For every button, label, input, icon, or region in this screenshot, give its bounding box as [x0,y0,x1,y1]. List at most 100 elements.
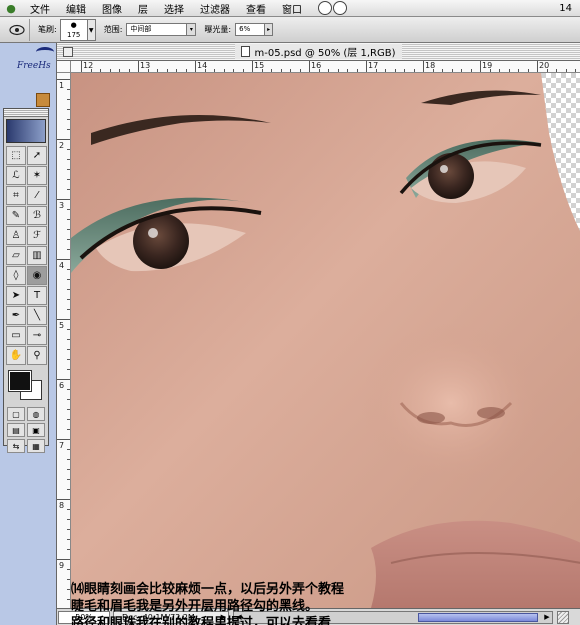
notes-tool-icon[interactable]: ▭ [6,326,26,345]
desktop-logo-icon [36,47,54,57]
foreground-color-swatch[interactable] [8,370,32,392]
ruler-major-tick [138,61,139,72]
gradient-tool-icon[interactable]: ▥ [27,246,47,265]
clone-stamp-tool-icon[interactable]: ♙ [6,226,26,245]
desktop-file-icon[interactable] [36,93,50,107]
ruler-major-tick [537,61,538,72]
ruler-top-label: 12 [83,61,94,70]
document-titlebar[interactable]: m-05.psd @ 50% (层 1,RGB) [57,43,580,61]
ruler-major-tick [57,379,70,380]
type-tool-icon[interactable]: T [27,286,47,305]
help-circle-icon[interactable] [318,1,332,15]
ruler-major-tick [480,61,481,72]
brush-picker-arrow-icon[interactable]: ▼ [87,18,96,41]
zoom-tool-icon[interactable]: ⚲ [27,346,47,365]
ruler-corner[interactable] [57,61,71,73]
desktop-logo-text: FreeHs [17,61,51,71]
dodge-tool-preset-icon[interactable] [4,18,30,41]
brush-label: 笔刷: [38,25,57,34]
brush-preview[interactable]: ● 175 [59,18,88,41]
vertical-ruler[interactable]: 1 2 3 4 5 6 7 8 9 [57,73,71,608]
ruler-major-tick [57,319,70,320]
crop-tool-icon[interactable]: ⌗ [6,186,26,205]
face-artwork [71,73,580,608]
ruler-left-label: 6 [59,381,65,390]
caption-line-2: 睫毛和眉毛我是另外开层用路径勾的黑线。 [71,599,319,614]
toolbox-titlebar[interactable] [4,109,48,117]
ruler-major-tick [57,199,70,200]
history-brush-tool-icon[interactable]: ℱ [27,226,47,245]
magic-wand-tool-icon[interactable]: ✶ [27,166,47,185]
ruler-left-label: 9 [59,561,65,570]
image-canvas[interactable] [71,73,580,608]
ruler-top-label: 18 [425,61,436,70]
ruler-major-tick [57,79,70,80]
healing-brush-tool-icon[interactable]: ✎ [6,206,26,225]
toolbox-logo-banner[interactable] [6,119,46,143]
menu-layer[interactable]: 层 [130,1,156,16]
path-select-tool-icon[interactable]: ➤ [6,286,26,305]
ruler-top-label: 16 [311,61,322,70]
ruler-top-label: 15 [254,61,265,70]
menu-select[interactable]: 选择 [156,1,192,16]
tutorial-caption: ⒁眼睛刻画会比较麻烦一点，以后另外弄个教程 睫毛和眉毛我是另外开层用路径勾的黑线… [71,581,441,625]
menu-filter[interactable]: 过滤器 [192,1,238,16]
exposure-field[interactable]: 6% ▸ [235,23,274,36]
brush-size: 175 [67,30,81,39]
caption-line-3: 路径和眼珠我在别的教程里提过，可以去看看 [71,616,332,625]
resize-grip-icon[interactable] [557,610,569,624]
menu-bar: ● 文件 编辑 图像 层 选择 过滤器 查看 窗口 14 [0,0,580,17]
eraser-tool-icon[interactable]: ▱ [6,246,26,265]
exposure-label: 曝光量: [204,25,232,34]
apple-menu-icon[interactable]: ● [0,2,22,15]
range-value: 中间部 [130,25,152,33]
menu-view[interactable]: 查看 [238,1,274,16]
document-title-wrap: m-05.psd @ 50% (层 1,RGB) [235,44,402,59]
brush-tool-icon[interactable]: ℬ [27,206,47,225]
range-dropdown-icon: ▾ [186,24,196,35]
document-title: m-05.psd @ 50% (层 1,RGB) [254,48,396,59]
mask-mode-row: ▢ ◍ [4,406,48,422]
jump-to-imageready-icon[interactable]: ⇆ [7,439,25,453]
app-circle-icon[interactable] [333,1,347,15]
menu-window[interactable]: 窗口 [274,1,310,16]
help-circles [318,1,347,15]
blur-tool-icon[interactable]: ◊ [6,266,26,285]
ruler-top-label: 20 [539,61,550,70]
standard-mode-icon[interactable]: ▢ [7,407,25,421]
close-box-icon[interactable] [63,47,73,57]
ruler-left-label: 5 [59,321,65,330]
menu-file[interactable]: 文件 [22,1,58,16]
line-tool-icon[interactable]: ╲ [27,306,47,325]
extra-tool-icon[interactable]: ▦ [27,439,45,453]
screen-mode-full-icon[interactable]: ▣ [27,423,45,437]
document-file-icon [241,46,251,57]
screen-mode-standard-icon[interactable]: ▤ [7,423,25,437]
eyedropper-tool-icon[interactable]: ⊸ [27,326,47,345]
ruler-major-tick [57,439,70,440]
quick-mask-mode-icon[interactable]: ◍ [27,407,45,421]
ruler-major-tick [57,139,70,140]
ruler-left-label: 4 [59,261,65,270]
lasso-tool-icon[interactable]: ℒ [6,166,26,185]
range-label: 范围: [103,25,123,34]
slice-tool-icon[interactable]: ⁄ [27,186,47,205]
ruler-left-label: 8 [59,501,65,510]
ruler-major-tick [57,559,70,560]
scroll-right-arrow-icon[interactable]: ▶ [542,612,552,623]
pen-tool-icon[interactable]: ✒ [6,306,26,325]
marquee-tool-icon[interactable]: ⬚ [6,146,26,165]
ruler-major-tick [423,61,424,72]
dodge-tool-icon[interactable]: ◉ [27,266,47,285]
ruler-major-tick [81,61,82,72]
menu-image[interactable]: 图像 [94,1,130,16]
menu-edit[interactable]: 编辑 [58,1,94,16]
tool-grid: ⬚ ➚ ℒ ✶ ⌗ ⁄ ✎ ℬ ♙ ℱ ▱ ▥ ◊ ◉ ➤ T ✒ ╲ ▭ ⊸ … [4,145,48,366]
move-tool-icon[interactable]: ➚ [27,146,47,165]
ruler-major-tick [366,61,367,72]
range-select[interactable]: 中间部 ▾ [126,23,197,36]
hand-tool-icon[interactable]: ✋ [6,346,26,365]
horizontal-ruler[interactable]: 12 13 14 15 16 17 18 19 20 [71,61,580,73]
ruler-major-tick [57,499,70,500]
menu-clock: 14 [559,2,572,14]
